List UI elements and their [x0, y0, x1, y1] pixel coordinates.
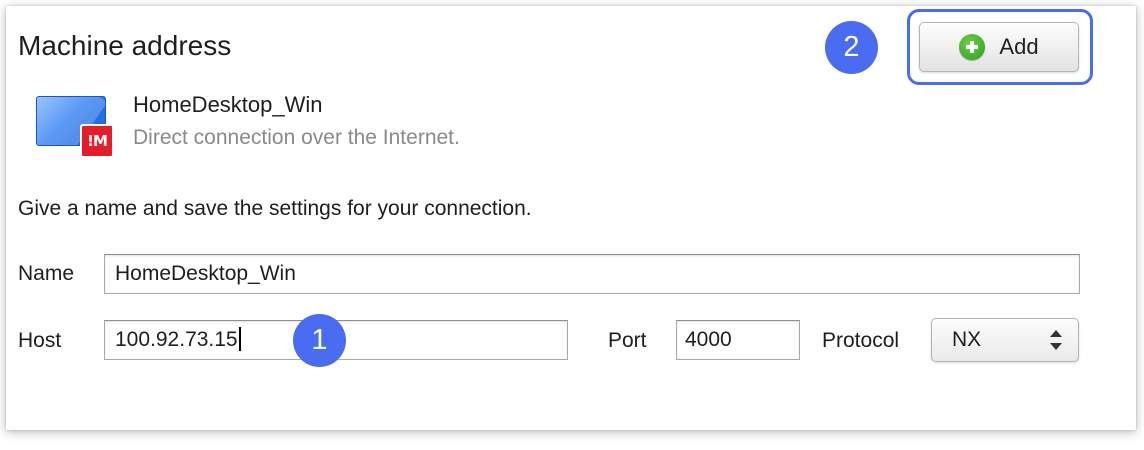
name-field-value: HomeDesktop_Win: [115, 262, 296, 285]
port-label: Port: [608, 329, 647, 352]
page-title: Machine address: [18, 30, 232, 61]
host-field-value: 100.92.73.15: [115, 328, 238, 351]
port-field[interactable]: 4000: [676, 320, 800, 360]
connection-name: HomeDesktop_Win: [133, 92, 323, 117]
instructions-text: Give a name and save the settings for yo…: [18, 197, 532, 220]
nomachine-logo-icon: !M: [80, 124, 114, 158]
step-badge-2: 2: [825, 21, 878, 74]
add-button[interactable]: Add: [919, 22, 1079, 72]
connection-description: Direct connection over the Internet.: [133, 126, 460, 149]
plus-circle-icon: [959, 34, 986, 60]
protocol-select[interactable]: NX: [931, 318, 1079, 362]
protocol-label: Protocol: [822, 329, 900, 352]
name-field[interactable]: HomeDesktop_Win: [104, 254, 1080, 294]
host-label: Host: [18, 329, 62, 352]
port-field-value: 4000: [685, 328, 732, 351]
add-button-label: Add: [999, 34, 1039, 59]
name-label: Name: [18, 262, 75, 285]
protocol-select-value: NX: [952, 328, 982, 351]
step-badge-1: 1: [293, 314, 346, 367]
connection-icon: !M: [36, 96, 116, 160]
text-caret: [238, 327, 241, 351]
up-down-arrows-icon: [1050, 329, 1062, 351]
